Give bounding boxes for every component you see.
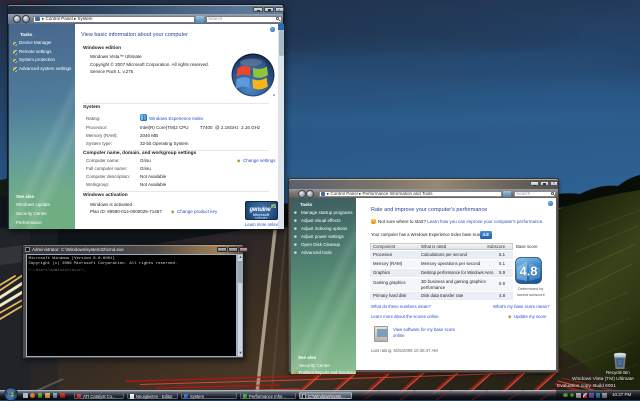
svg-text:4.8: 4.8 xyxy=(519,264,537,279)
